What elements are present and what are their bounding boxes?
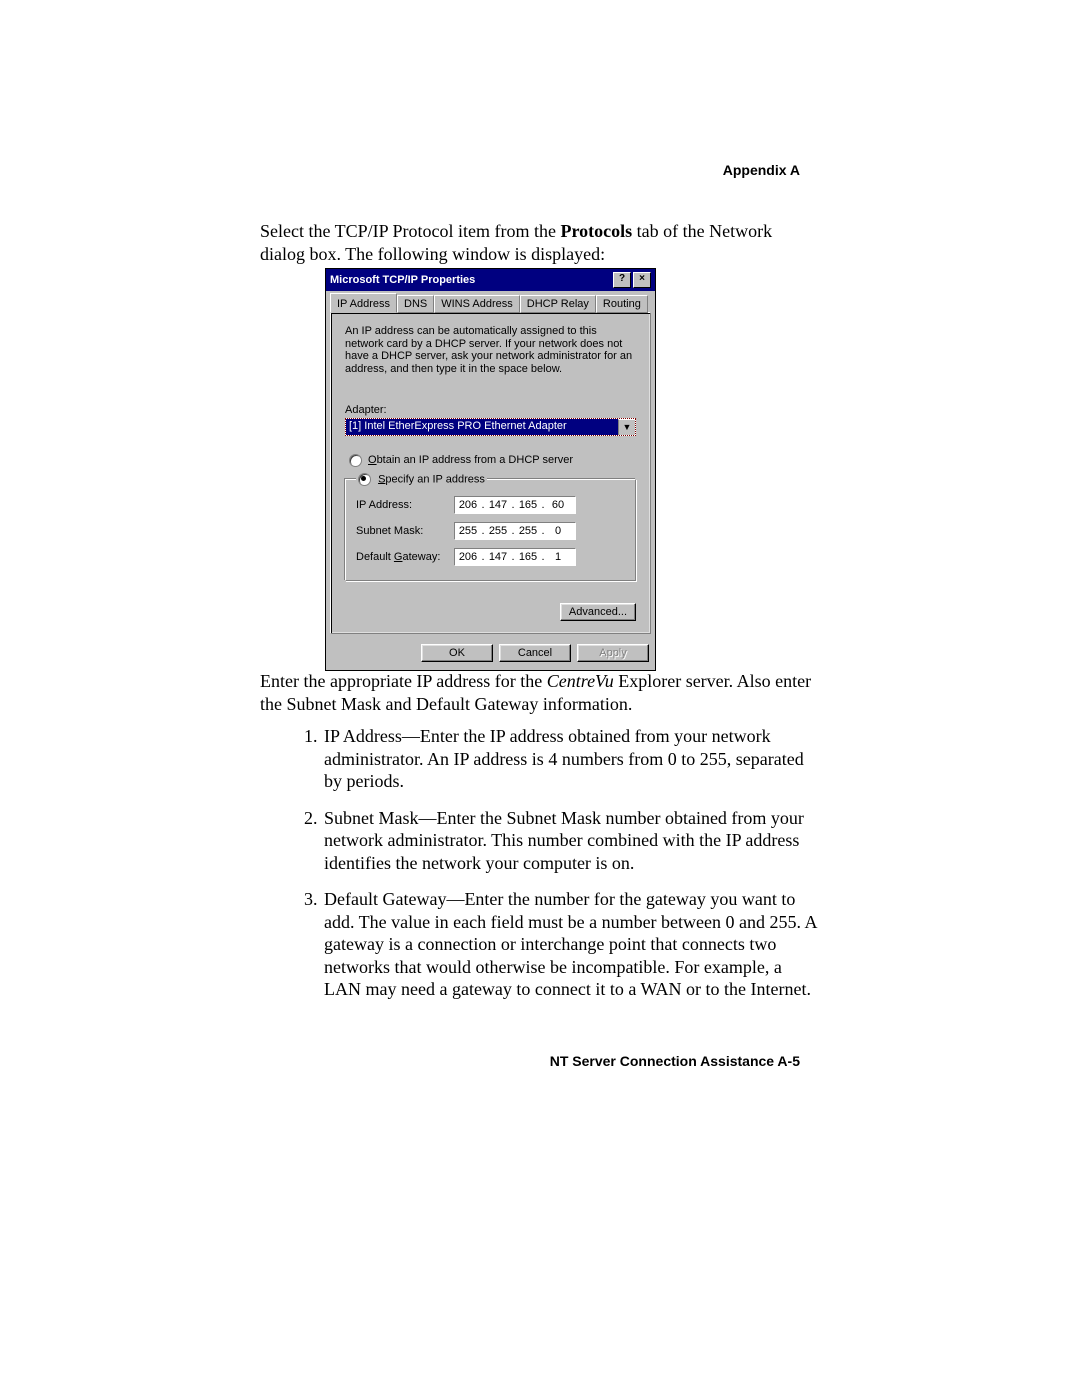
numbered-list: IP Address—Enter the IP address obtained… <box>260 725 818 1001</box>
ip-o1[interactable]: 206 <box>455 499 481 511</box>
tab-dhcp-relay[interactable]: DHCP Relay <box>520 295 596 313</box>
adapter-dropdown[interactable]: [1] Intel EtherExpress PRO Ethernet Adap… <box>345 418 636 436</box>
mask-o3[interactable]: 255 <box>515 525 541 537</box>
list-item-1: IP Address—Enter the IP address obtained… <box>322 725 818 793</box>
tab-strip: IP Address DNS WINS Address DHCP Relay R… <box>330 295 651 313</box>
ip-o3[interactable]: 165 <box>515 499 541 511</box>
list-item-3: Default Gateway—Enter the number for the… <box>322 888 818 1001</box>
default-gateway-label: Default Gateway:Default Gateway: <box>356 551 448 563</box>
dialog-title: Microsoft TCP/IP Properties <box>330 274 611 286</box>
mask-o1[interactable]: 255 <box>455 525 481 537</box>
gw-o4[interactable]: 1 <box>545 551 571 563</box>
header-appendix: Appendix A <box>723 162 800 178</box>
tab-wins[interactable]: WINS Address <box>434 295 520 313</box>
after-p1a: Enter the appropriate IP address for the <box>260 671 547 691</box>
tab-ip-address[interactable]: IP Address <box>330 293 397 313</box>
mask-o4[interactable]: 0 <box>545 525 571 537</box>
ip-address-input[interactable]: 206. 147. 165. 60 <box>454 496 576 514</box>
subnet-mask-label: Subnet Mask: <box>356 525 448 537</box>
tab-panel: An IP address can be automatically assig… <box>330 312 651 634</box>
intro-b: Protocols <box>560 221 632 241</box>
gw-o3[interactable]: 165 <box>515 551 541 563</box>
after-paragraphs: Enter the appropriate IP address for the… <box>260 670 818 1015</box>
description-text: An IP address can be automatically assig… <box>345 325 636 376</box>
specify-fieldset: Specify an IP addressSpecify an IP addre… <box>345 473 636 581</box>
tab-dns[interactable]: DNS <box>397 295 434 313</box>
help-icon[interactable]: ? <box>613 272 631 288</box>
mask-o2[interactable]: 255 <box>485 525 511 537</box>
radio-specify-label: Specify an IP addressSpecify an IP addre… <box>378 473 485 485</box>
page: Appendix A Select the TCP/IP Protocol it… <box>0 0 1080 1397</box>
radio-specify[interactable] <box>358 473 371 486</box>
subnet-mask-row: Subnet Mask: 255. 255. 255. 0 <box>356 522 625 540</box>
radio-obtain[interactable] <box>349 454 362 467</box>
ok-button[interactable]: OK <box>421 644 493 662</box>
titlebar[interactable]: Microsoft TCP/IP Properties ? × <box>326 269 655 291</box>
radio-specify-row[interactable]: Specify an IP addressSpecify an IP addre… <box>356 473 487 486</box>
gw-o2[interactable]: 147 <box>485 551 511 563</box>
ip-o4[interactable]: 60 <box>545 499 571 511</box>
tab-routing[interactable]: Routing <box>596 295 648 313</box>
default-gateway-row: Default Gateway:Default Gateway: 206. 14… <box>356 548 625 566</box>
chevron-down-icon[interactable]: ▼ <box>618 419 635 435</box>
intro-a: Select the TCP/IP Protocol item from the <box>260 221 560 241</box>
ip-o2[interactable]: 147 <box>485 499 511 511</box>
list-item-2: Subnet Mask—Enter the Subnet Mask number… <box>322 807 818 875</box>
adapter-value: [1] Intel EtherExpress PRO Ethernet Adap… <box>346 419 618 435</box>
tcpip-properties-dialog: Microsoft TCP/IP Properties ? × IP Addre… <box>325 268 656 671</box>
default-gateway-input[interactable]: 206. 147. 165. 1 <box>454 548 576 566</box>
apply-button[interactable]: Apply <box>577 644 649 662</box>
dialog-body: IP Address DNS WINS Address DHCP Relay R… <box>326 291 655 638</box>
advanced-button[interactable]: Advanced... <box>560 603 636 621</box>
subnet-mask-input[interactable]: 255. 255. 255. 0 <box>454 522 576 540</box>
dialog-button-row: OK Cancel Apply <box>326 638 655 670</box>
radio-obtain-row[interactable]: OObtain an IP address from a DHCP server… <box>349 454 636 467</box>
after-p1: Enter the appropriate IP address for the… <box>260 670 818 715</box>
page-footer: NT Server Connection Assistance A-5 <box>550 1053 800 1069</box>
intro-paragraph: Select the TCP/IP Protocol item from the… <box>260 220 820 265</box>
close-icon[interactable]: × <box>633 272 651 288</box>
gw-o1[interactable]: 206 <box>455 551 481 563</box>
ip-address-row: IP Address: 206. 147. 165. 60 <box>356 496 625 514</box>
adapter-label: Adapter: <box>345 404 636 416</box>
radio-obtain-label: OObtain an IP address from a DHCP server… <box>368 454 573 466</box>
cancel-button[interactable]: Cancel <box>499 644 571 662</box>
after-p1b: CentreVu <box>547 671 614 691</box>
ip-address-label: IP Address: <box>356 499 448 511</box>
